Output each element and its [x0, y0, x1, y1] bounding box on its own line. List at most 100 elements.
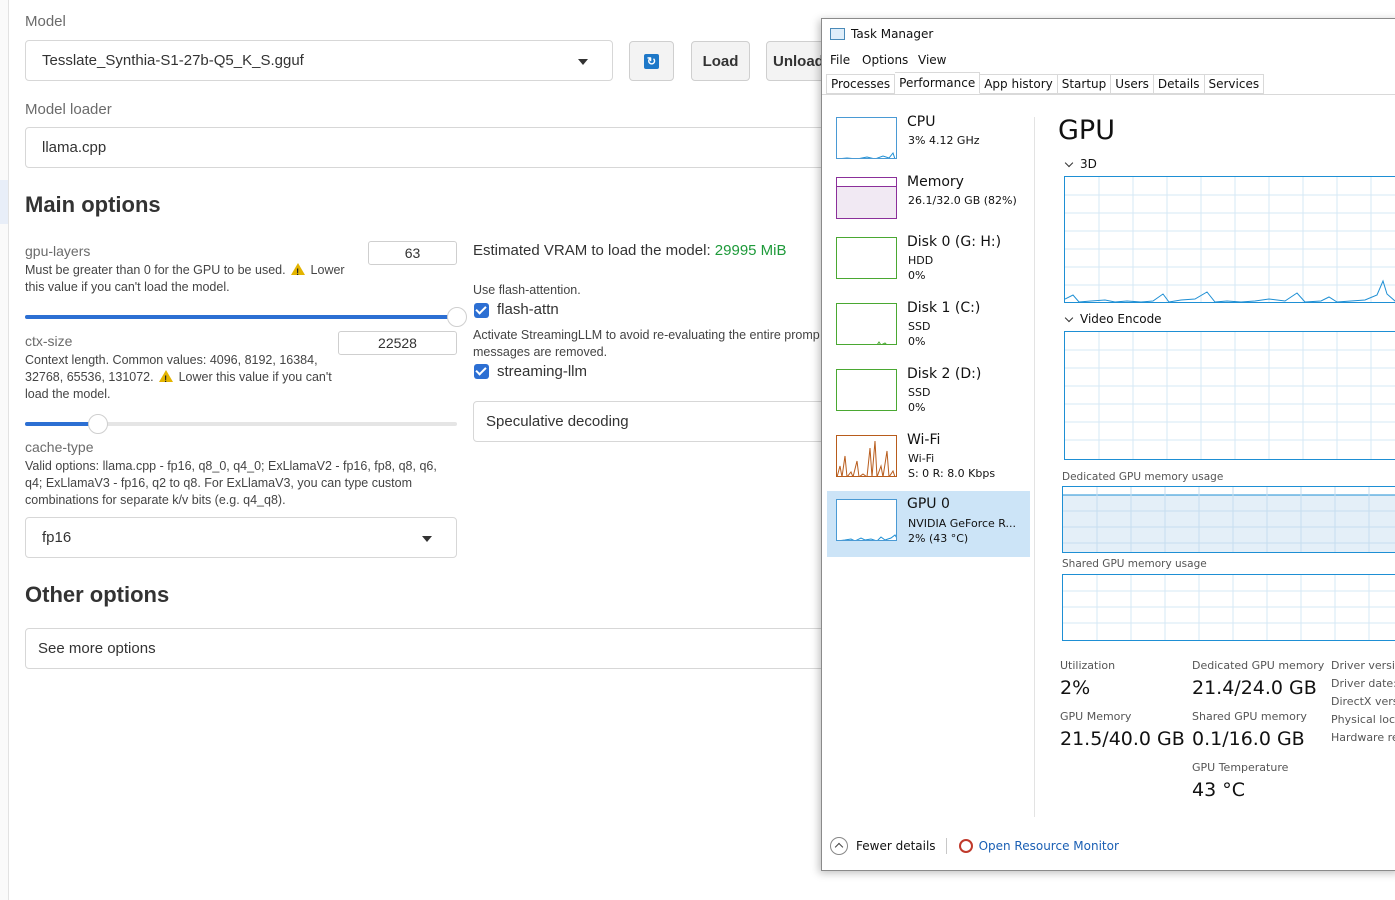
ctx-size-help: Context length. Common values: 4096, 819… [25, 352, 345, 403]
menu-file[interactable]: File [830, 53, 850, 67]
shared-memory-graph [1062, 574, 1395, 641]
tab-processes[interactable]: Processes [826, 74, 896, 94]
resource-disk-2-type: SSD [908, 386, 931, 399]
resource-wifi[interactable]: Wi-Fi Wi-Fi S: 0 R: 8.0 Kbps [827, 427, 1030, 491]
model-dropdown-value: Tesslate_Synthia-S1-27b-Q5_K_S.gguf [42, 52, 304, 69]
tab-app-history[interactable]: App history [980, 74, 1058, 94]
cache-type-label: cache-type [25, 439, 94, 455]
tab-users[interactable]: Users [1111, 74, 1154, 94]
other-options-heading: Other options [25, 582, 170, 607]
ctx-size-slider-thumb[interactable] [88, 414, 109, 434]
memory-fill [837, 186, 896, 218]
tab-performance[interactable]: Performance [895, 72, 981, 94]
model-loader-value: llama.cpp [42, 139, 107, 156]
dedicated-memory-label: Dedicated GPU memory [1192, 659, 1325, 672]
cpu-thumbnail-graph [836, 117, 897, 159]
speculative-decoding-accordion[interactable]: Speculative decoding [473, 401, 835, 442]
cache-type-dropdown[interactable]: fp16 [25, 517, 457, 558]
gpu-temperature-value: 43 °C [1192, 779, 1245, 801]
tab-bar: Processes Performance App history Startu… [826, 72, 1265, 95]
gpu-layers-slider-fill [25, 315, 457, 319]
driver-date-label: Driver date: [1331, 677, 1395, 690]
engine-video-encode-label: Video Encode [1080, 312, 1162, 326]
chevron-down-icon [578, 58, 588, 65]
chevron-up-icon[interactable] [830, 837, 848, 855]
model-dropdown[interactable]: Tesslate_Synthia-S1-27b-Q5_K_S.gguf [25, 40, 613, 81]
ctx-size-slider-fill [25, 422, 99, 426]
resource-disk-2-name: Disk 2 (D:) [907, 366, 982, 382]
gpu-layers-label: gpu-layers [25, 243, 91, 259]
task-manager-app-icon [830, 28, 845, 40]
engine-3d-graph [1064, 176, 1395, 303]
warning-icon [159, 370, 174, 388]
see-more-options-label: See more options [38, 640, 156, 657]
flash-attn-help: Use flash-attention. [473, 283, 581, 297]
resource-gpu-0[interactable]: GPU 0 NVIDIA GeForce R... 2% (43 °C) [827, 491, 1030, 557]
resource-cpu[interactable]: CPU 3% 4.12 GHz [827, 109, 1030, 173]
directx-version-label: DirectX versi [1331, 695, 1395, 708]
streaming-llm-help: Activate StreamingLLM to avoid re-evalua… [473, 328, 820, 342]
estimated-vram-value: 29995 MiB [714, 242, 787, 259]
ctx-size-slider[interactable] [25, 414, 457, 434]
tab-startup[interactable]: Startup [1057, 74, 1112, 94]
resource-disk-2[interactable]: Disk 2 (D:) SSD 0% [827, 361, 1030, 425]
disk-2-thumbnail-graph [836, 369, 897, 411]
model-loader-dropdown[interactable]: llama.cpp [25, 127, 835, 168]
engine-video-encode-graph [1064, 331, 1395, 460]
engine-video-encode-selector[interactable]: Video Encode [1062, 312, 1162, 326]
gpu-layers-slider-thumb[interactable] [447, 307, 467, 327]
sidebar-separator [1034, 117, 1035, 817]
engine-3d-selector[interactable]: 3D [1062, 157, 1097, 171]
resource-cpu-name: CPU [907, 114, 936, 130]
speculative-decoding-label: Speculative decoding [486, 413, 629, 430]
engine-3d-label: 3D [1080, 157, 1097, 171]
gpu-layers-input[interactable]: 63 [368, 241, 457, 265]
resource-memory[interactable]: Memory 26.1/32.0 GB (82%) [827, 169, 1030, 233]
gpu-layers-slider[interactable] [25, 307, 467, 327]
resource-disk-1-name: Disk 1 (C:) [907, 300, 981, 316]
dedicated-memory-value: 21.4/24.0 GB [1192, 677, 1317, 699]
refresh-button[interactable]: ↻ [629, 41, 674, 81]
see-more-options-accordion[interactable]: See more options [25, 628, 835, 669]
utilization-value: 2% [1060, 677, 1091, 699]
resource-disk-0-usage: 0% [908, 269, 926, 282]
open-resource-monitor-link[interactable]: Open Resource Monitor [979, 839, 1119, 853]
resource-disk-0-type: HDD [908, 254, 934, 267]
estimated-vram: Estimated VRAM to load the model: 29995 … [473, 242, 787, 259]
tab-services[interactable]: Services [1204, 74, 1265, 94]
utilization-label: Utilization [1060, 659, 1116, 672]
streaming-llm-checkbox[interactable] [474, 364, 489, 379]
disk-0-thumbnail-graph [836, 237, 897, 279]
menu-options[interactable]: Options [862, 53, 908, 67]
driver-version-label: Driver versio [1331, 659, 1395, 672]
gpu-memory-value: 21.5/40.0 GB [1060, 728, 1185, 750]
warning-icon [291, 263, 306, 281]
fewer-details-link[interactable]: Fewer details [856, 839, 936, 853]
main-options-heading: Main options [25, 192, 161, 217]
shared-memory-label: Shared GPU memory [1192, 710, 1307, 723]
disk-1-thumbnail-graph [836, 303, 897, 345]
resource-disk-0[interactable]: Disk 0 (G: H:) HDD 0% [827, 229, 1030, 293]
flash-attn-checkbox[interactable] [474, 303, 489, 318]
gpu-heading: GPU [1058, 115, 1115, 146]
ctx-size-input[interactable]: 22528 [338, 331, 457, 355]
chevron-down-icon [422, 535, 432, 542]
resource-memory-name: Memory [907, 174, 964, 190]
resource-wifi-name: Wi-Fi [907, 432, 941, 448]
resource-cpu-sub: 3% 4.12 GHz [908, 134, 980, 147]
menu-view[interactable]: View [918, 53, 946, 67]
resource-disk-1-usage: 0% [908, 335, 926, 348]
resource-gpu-0-name: GPU 0 [907, 496, 950, 512]
refresh-icon: ↻ [644, 53, 659, 69]
hardware-reserved-label: Hardware re [1331, 731, 1395, 744]
resource-gpu-0-usage: 2% (43 °C) [908, 532, 969, 545]
model-label: Model [25, 13, 66, 30]
dedicated-memory-graph-label: Dedicated GPU memory usage [1062, 471, 1224, 483]
sidebar-active-marker [0, 180, 8, 224]
streaming-llm-label: streaming-llm [497, 363, 588, 380]
load-button[interactable]: Load [691, 41, 750, 81]
cache-type-value: fp16 [42, 529, 72, 546]
resource-disk-1-type: SSD [908, 320, 931, 333]
resource-disk-1[interactable]: Disk 1 (C:) SSD 0% [827, 295, 1030, 359]
tab-details[interactable]: Details [1153, 74, 1205, 94]
